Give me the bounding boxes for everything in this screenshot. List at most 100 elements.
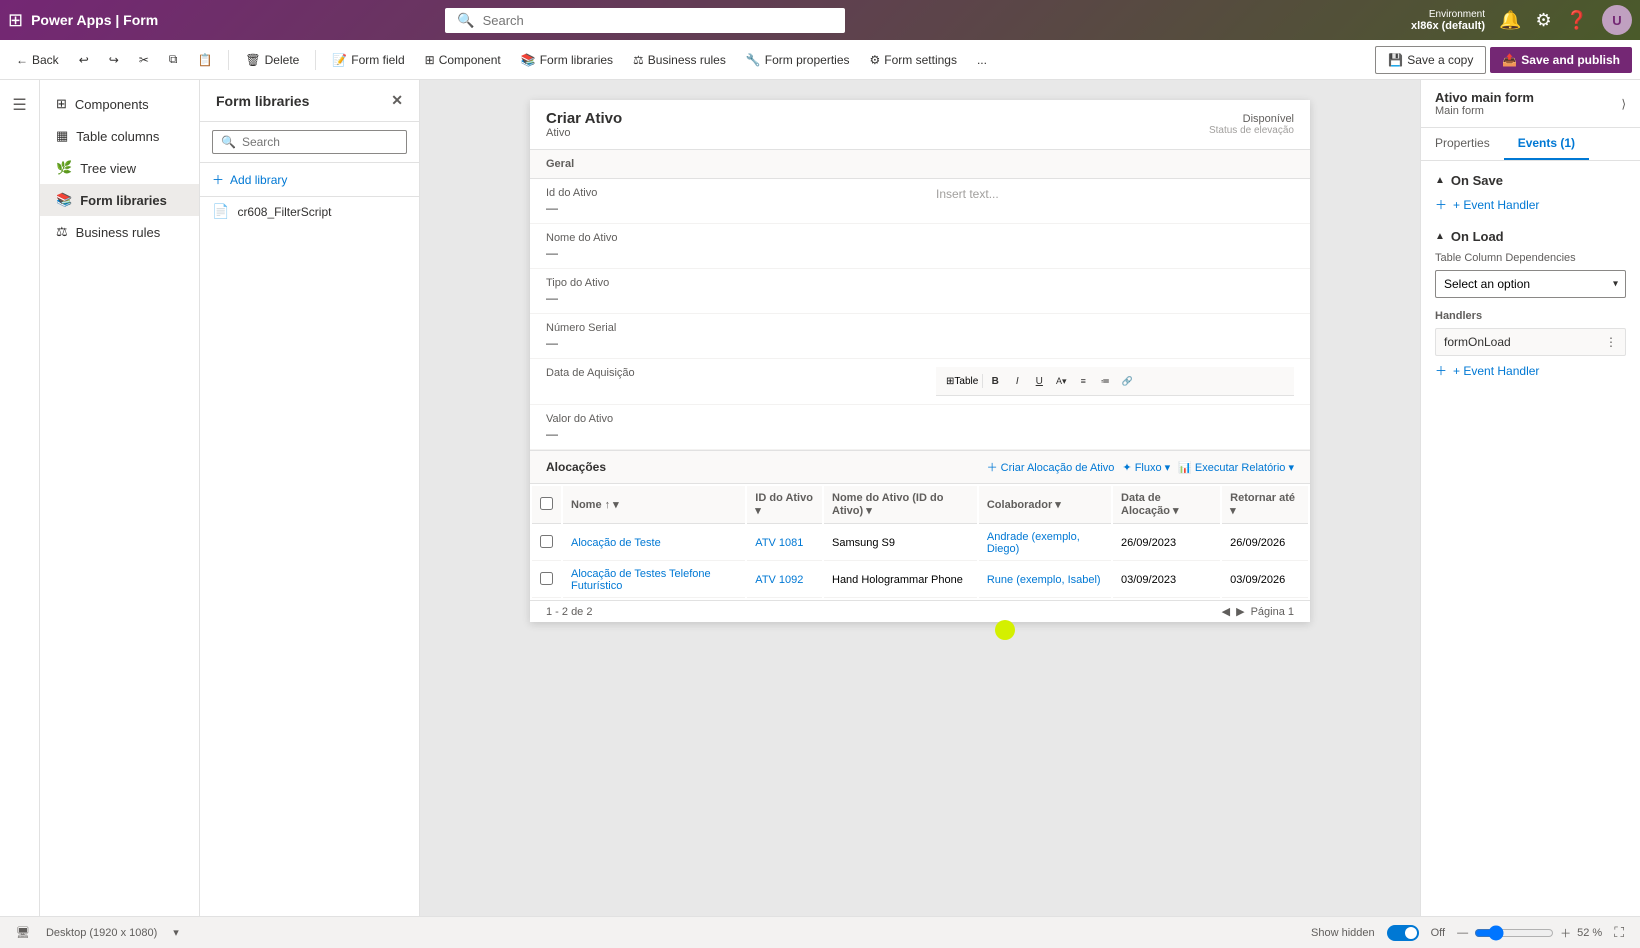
notification-icon[interactable]: 🔔 xyxy=(1499,10,1521,31)
canvas-inner: Criar Ativo Ativo Disponível Status de e… xyxy=(420,80,1420,642)
row1-nome-link[interactable]: Alocação de Teste xyxy=(571,537,661,549)
copy-button[interactable]: ⧉ xyxy=(161,48,186,71)
form-settings-button[interactable]: ⚙ Form settings xyxy=(862,49,965,71)
handler-menu-icon[interactable]: ⋮ xyxy=(1605,335,1617,349)
toggle-switch[interactable] xyxy=(1387,925,1419,941)
redo-button[interactable]: ↪ xyxy=(101,49,127,71)
rt-bold-button[interactable]: B xyxy=(985,371,1005,391)
cmdbar-right: 💾 Save a copy 📤 Save and publish xyxy=(1375,46,1632,74)
form-field-button[interactable]: 📝 Form field xyxy=(324,49,412,71)
field-numero-serial-value: — xyxy=(546,336,904,350)
help-icon[interactable]: ❓ xyxy=(1566,10,1588,31)
rightpanel-title: Ativo main form xyxy=(1435,90,1534,105)
on-load-header[interactable]: ▲ On Load xyxy=(1435,229,1626,244)
more-button[interactable]: ... xyxy=(969,49,995,71)
form-libraries-button[interactable]: 📚 Form libraries xyxy=(513,49,621,71)
rt-align-button[interactable]: ≡ xyxy=(1073,371,1093,391)
nav-form-libraries[interactable]: 📚 Form libraries xyxy=(40,184,199,216)
rt-underline-button[interactable]: U xyxy=(1029,371,1049,391)
add-load-handler-button[interactable]: ＋ + Event Handler xyxy=(1435,362,1626,379)
row1-checkbox[interactable] xyxy=(532,526,561,561)
field-nome-ativo[interactable]: Nome do Ativo — xyxy=(530,224,920,269)
criar-alocacao-button[interactable]: ＋ Criar Alocação de Ativo xyxy=(987,459,1115,475)
library-item-cr608[interactable]: 📄 cr608_FilterScript xyxy=(200,197,419,226)
field-insert-text[interactable]: Insert text... xyxy=(920,179,1310,224)
back-button[interactable]: ← Back xyxy=(8,49,67,71)
nav-hamburger[interactable]: ☰ xyxy=(3,88,37,122)
zoom-plus-button[interactable]: ＋ xyxy=(1560,925,1571,941)
save-publish-button[interactable]: 📤 Save and publish xyxy=(1490,47,1632,73)
field-tipo-ativo[interactable]: Tipo do Ativo — xyxy=(530,269,920,314)
field-numero-serial[interactable]: Número Serial — xyxy=(530,314,920,359)
executar-relatorio-button[interactable]: 📊 Executar Relatório ▾ xyxy=(1178,459,1294,475)
handler-item-formonload[interactable]: formOnLoad ⋮ xyxy=(1435,328,1626,356)
show-hidden-label: Show hidden xyxy=(1311,927,1375,939)
add-save-handler-button[interactable]: ＋ + Event Handler xyxy=(1435,196,1626,213)
search-input[interactable] xyxy=(483,13,834,28)
row1-colaborador-link[interactable]: Andrade (exemplo, Diego) xyxy=(987,531,1080,555)
on-load-title: On Load xyxy=(1451,229,1504,244)
paste-button[interactable]: 📋 xyxy=(189,49,220,71)
cut-button[interactable]: ✂ xyxy=(131,49,157,71)
subgrid-count: 1 - 2 de 2 xyxy=(546,606,592,618)
rt-color-button[interactable]: A▾ xyxy=(1051,371,1071,391)
nav-business-rules[interactable]: ⚖ Business rules xyxy=(40,216,199,248)
field-id-ativo[interactable]: Id do Ativo — xyxy=(530,179,920,224)
fit-page-button[interactable]: ⛶ xyxy=(1614,924,1624,941)
handler-name: formOnLoad xyxy=(1444,335,1511,349)
save-copy-button[interactable]: 💾 Save a copy xyxy=(1375,46,1486,74)
nav-components[interactable]: ⊞ Components xyxy=(40,88,199,120)
rt-link-button[interactable]: 🔗 xyxy=(1117,371,1137,391)
form-properties-button[interactable]: 🔧 Form properties xyxy=(738,49,858,71)
row2-nome-link[interactable]: Alocação de Testes Telefone Futurístico xyxy=(571,568,711,592)
rt-table-icon[interactable]: ⊞Table xyxy=(944,374,980,389)
delete-button[interactable]: 🗑 Delete xyxy=(237,49,307,71)
grid-icon[interactable]: ⊞ xyxy=(8,10,23,31)
desktop-chevron-icon[interactable]: ▾ xyxy=(173,926,179,939)
next-page-button[interactable]: ▶ xyxy=(1236,605,1244,618)
undo-button[interactable]: ↩ xyxy=(71,49,97,71)
row2-data: 03/09/2023 xyxy=(1113,563,1220,598)
field-data-aquisicao[interactable]: Data de Aquisição xyxy=(530,359,920,405)
row2-checkbox[interactable] xyxy=(532,563,561,598)
settings-icon[interactable]: ⚙ xyxy=(1535,10,1551,31)
search-box[interactable]: 🔍 xyxy=(445,8,845,33)
field-valor-ativo-value: — xyxy=(546,427,904,441)
rt-italic-button[interactable]: I xyxy=(1007,371,1027,391)
on-save-header[interactable]: ▲ On Save xyxy=(1435,173,1626,188)
rt-list-button[interactable]: ≔ xyxy=(1095,371,1115,391)
tab-properties[interactable]: Properties xyxy=(1421,128,1504,160)
field-insert-text-placeholder: Insert text... xyxy=(936,187,1294,201)
sidebar-close-button[interactable]: ✕ xyxy=(391,92,403,109)
sidebar-add-area: ＋ Add library xyxy=(200,163,419,197)
zoom-slider[interactable] xyxy=(1474,925,1554,941)
row2-nome: Alocação de Testes Telefone Futurístico xyxy=(563,563,745,598)
business-rules-button[interactable]: ⚖ Business rules xyxy=(625,49,734,71)
fluxo-button[interactable]: ✦ Fluxo ▾ xyxy=(1122,459,1170,475)
select-all-checkbox[interactable] xyxy=(540,497,553,510)
row2-id-link[interactable]: ATV 1092 xyxy=(755,574,803,586)
component-button[interactable]: ⊞ Component xyxy=(417,49,509,71)
sidebar-search-box[interactable]: 🔍 xyxy=(212,130,407,154)
subgrid-thead: Nome ↑ ▾ ID do Ativo ▾ Nome do Ativo (ID… xyxy=(532,486,1308,524)
env-info[interactable]: Environment xl86x (default) xyxy=(1411,9,1485,32)
tab-events[interactable]: Events (1) xyxy=(1504,128,1589,160)
nav-table-columns[interactable]: ▦ Table columns xyxy=(40,120,199,152)
row1-id-link[interactable]: ATV 1081 xyxy=(755,537,803,549)
avatar[interactable]: U xyxy=(1602,5,1632,35)
row2-colaborador-link[interactable]: Rune (exemplo, Isabel) xyxy=(987,574,1101,586)
add-library-button[interactable]: ＋ Add library xyxy=(212,171,407,188)
sidebar-search-input[interactable] xyxy=(242,135,398,149)
dep-select[interactable]: Select an option xyxy=(1435,270,1626,298)
show-hidden-toggle[interactable] xyxy=(1387,925,1419,941)
form-preview[interactable]: Criar Ativo Ativo Disponível Status de e… xyxy=(530,100,1310,622)
zoom-minus-button[interactable]: — xyxy=(1457,927,1468,939)
nav-tree-view[interactable]: 🌿 Tree view xyxy=(40,152,199,184)
add-load-handler-icon: ＋ xyxy=(1435,362,1447,379)
add-icon: ＋ xyxy=(212,171,224,188)
rt-sep1 xyxy=(982,374,983,388)
expand-panel-button[interactable]: ⟩ xyxy=(1621,97,1626,111)
form-field-icon: 📝 xyxy=(332,53,347,67)
field-valor-ativo[interactable]: Valor do Ativo — xyxy=(530,405,920,450)
prev-page-button[interactable]: ◀ xyxy=(1222,605,1230,618)
